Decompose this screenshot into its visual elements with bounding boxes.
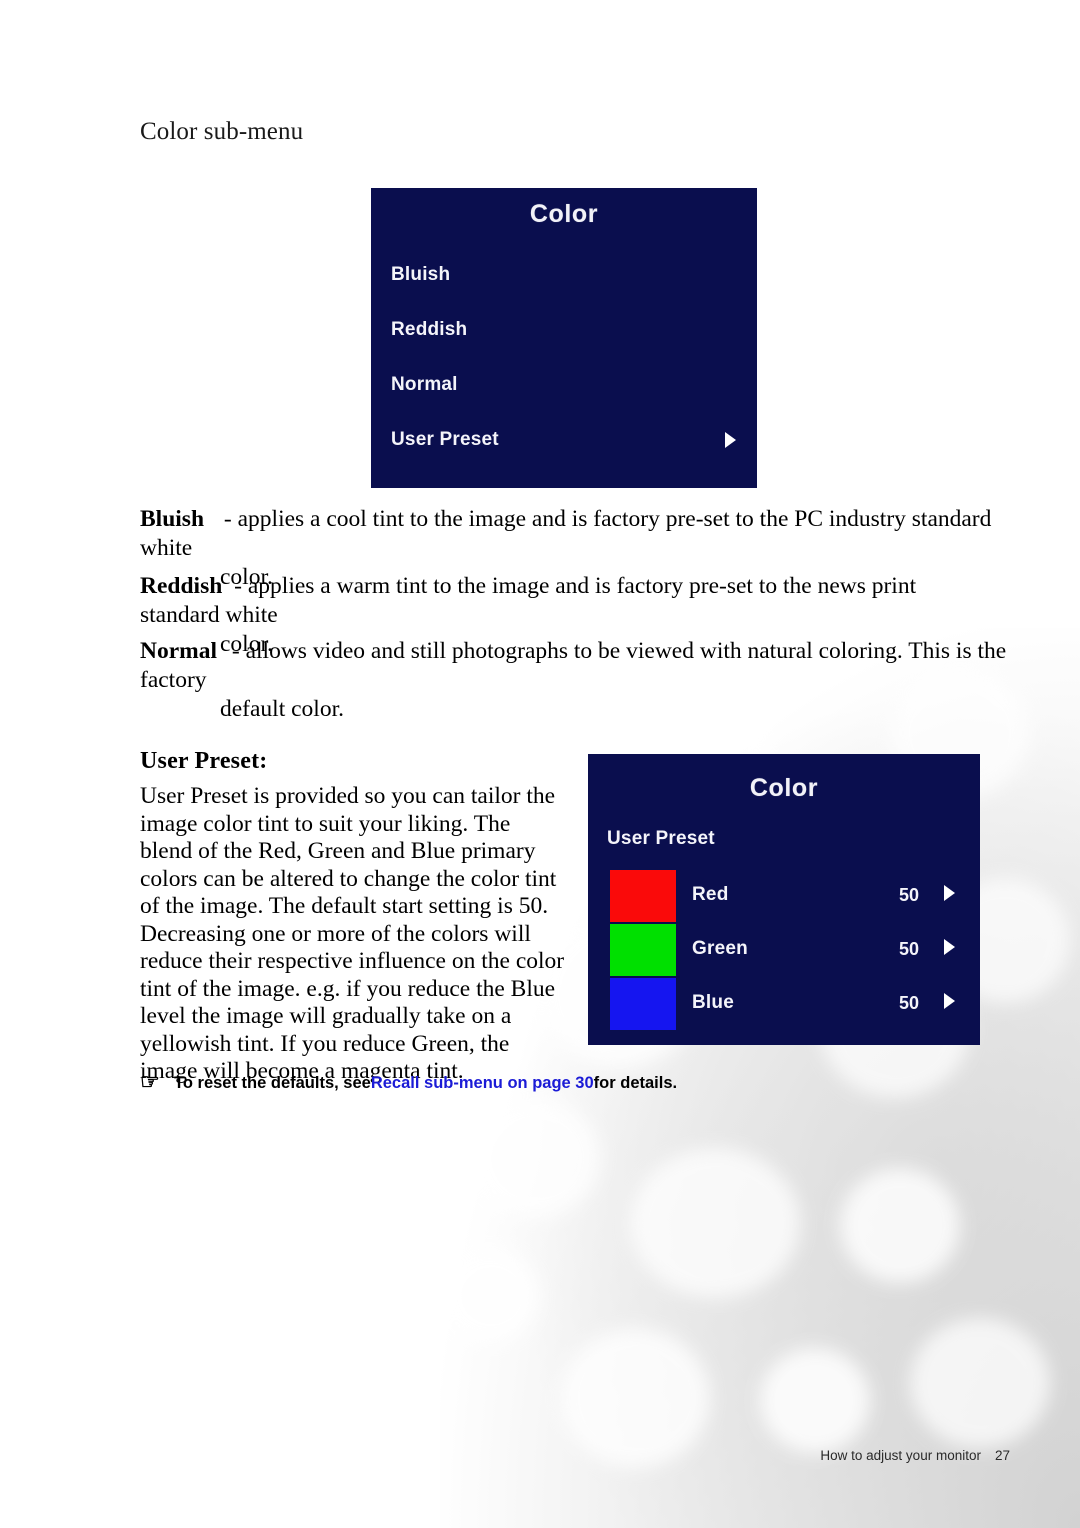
osd-user-preset-subtitle: User Preset: [607, 828, 715, 849]
user-preset-heading: User Preset:: [140, 748, 268, 774]
osd-row-value-blue: 50: [899, 993, 920, 1013]
definition-desc-normal: - allows video and still photographs to …: [140, 638, 1007, 693]
osd-item-normal[interactable]: Normal: [391, 374, 458, 396]
note-text-before: To reset the defaults, see: [174, 1073, 371, 1092]
osd-row-value-green: 50: [899, 939, 920, 959]
definition-term-normal: Normal: [140, 638, 218, 664]
osd-item-reddish[interactable]: Reddish: [391, 319, 467, 341]
osd-color-menu: Color Bluish Reddish Normal User Preset: [371, 188, 757, 488]
definition-term-reddish: Reddish: [140, 573, 223, 599]
osd-row-value-red: 50: [899, 885, 920, 905]
osd-row-label-green[interactable]: Green: [692, 938, 748, 960]
osd-user-preset-panel: Color User Preset Red 50 Green 50 Blue 5…: [588, 754, 980, 1045]
definition-normal: Normal - allows video and still photogra…: [140, 637, 1020, 724]
note-text-after: for details.: [593, 1073, 678, 1092]
pointing-hand-icon: ☞: [140, 1069, 160, 1094]
osd-color-title: Color: [529, 200, 599, 228]
footer-page-number: 27: [994, 1448, 1010, 1463]
footer: How to adjust your monitor 27: [820, 1448, 1010, 1463]
page-title: Color sub-menu: [140, 118, 304, 145]
osd-item-bluish[interactable]: Bluish: [391, 264, 450, 286]
footer-chapter: How to adjust your monitor: [820, 1448, 981, 1463]
swatch-red: [610, 870, 676, 922]
osd-row-label-blue[interactable]: Blue: [692, 992, 734, 1014]
note-link-recall-submenu[interactable]: Recall sub-menu on page 30: [371, 1074, 594, 1093]
definition-term-bluish: Bluish: [140, 506, 205, 532]
definition-cont-normal: default color.: [220, 696, 344, 722]
osd-item-user-preset[interactable]: User Preset: [391, 429, 499, 451]
user-preset-body-text: User Preset is provided so you can tailo…: [140, 783, 565, 1084]
definition-desc-bluish: - applies a cool tint to the image and i…: [140, 506, 992, 561]
osd-row-label-red[interactable]: Red: [692, 884, 729, 906]
swatch-green: [610, 924, 676, 976]
chevron-right-icon-red[interactable]: [944, 885, 955, 901]
chevron-right-icon[interactable]: [725, 432, 736, 448]
definition-desc-reddish: - applies a warm tint to the image and i…: [140, 573, 917, 628]
note-callout: ☞ To reset the defaults, see Recall sub-…: [140, 1069, 678, 1094]
chevron-right-icon-blue[interactable]: [944, 993, 955, 1009]
chevron-right-icon-green[interactable]: [944, 939, 955, 955]
osd-user-preset-title: Color: [749, 774, 819, 802]
swatch-blue: [610, 978, 676, 1030]
